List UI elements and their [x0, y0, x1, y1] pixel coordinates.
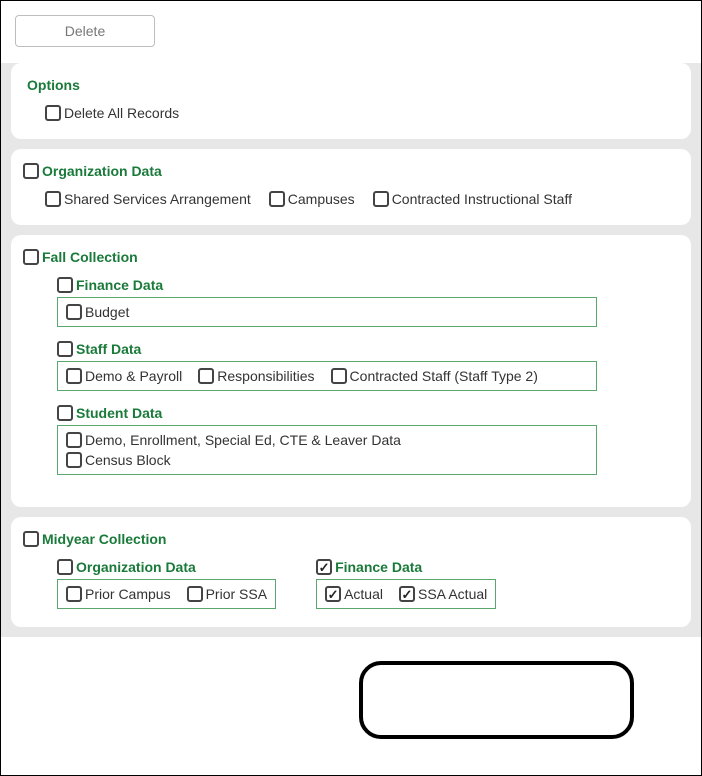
boxed-fall-staff: Demo & Payroll Responsibilities Contract…: [57, 361, 597, 391]
checkbox-census-block[interactable]: Census Block: [66, 452, 588, 468]
checkbox-actual[interactable]: Actual: [325, 586, 383, 602]
checkbox-fall-staff-data[interactable]: Staff Data: [57, 341, 141, 357]
panel-midyear-collection: Midyear Collection Organization Data: [11, 517, 691, 627]
checkbox-midyear-org-data[interactable]: Organization Data: [57, 559, 196, 575]
delete-button[interactable]: Delete: [15, 15, 155, 47]
group-fall-student: Student Data Demo, Enrollment, Special E…: [57, 405, 675, 475]
checkbox-responsibilities[interactable]: Responsibilities: [198, 368, 314, 384]
panel-organization-data: Organization Data Shared Services Arrang…: [11, 149, 691, 225]
boxed-fall-student: Demo, Enrollment, Special Ed, CTE & Leav…: [57, 425, 597, 475]
checkbox-icon: [57, 341, 73, 357]
checkbox-prior-ssa[interactable]: Prior SSA: [187, 586, 267, 602]
checkbox-shared-services[interactable]: Shared Services Arrangement: [45, 191, 251, 207]
panel-options: Options Delete All Records: [11, 63, 691, 139]
checkbox-icon: [23, 163, 39, 179]
checkbox-fall-finance-data[interactable]: Finance Data: [57, 277, 163, 293]
checkbox-icon: [45, 191, 61, 207]
checkbox-icon: [45, 105, 61, 121]
checkbox-ssa-actual[interactable]: SSA Actual: [399, 586, 487, 602]
checkbox-icon: [66, 452, 82, 468]
checkbox-fall-collection[interactable]: Fall Collection: [23, 249, 138, 265]
checkbox-delete-all-records[interactable]: Delete All Records: [45, 105, 179, 121]
checkbox-prior-campus[interactable]: Prior Campus: [66, 586, 171, 602]
checkbox-icon: [187, 586, 203, 602]
checkbox-icon: [23, 249, 39, 265]
group-fall-finance: Finance Data Budget: [57, 277, 675, 327]
checkbox-midyear-collection[interactable]: Midyear Collection: [23, 531, 166, 547]
checkbox-icon: [316, 559, 332, 575]
checkbox-demo-payroll[interactable]: Demo & Payroll: [66, 368, 182, 384]
checkbox-icon: [66, 432, 82, 448]
boxed-fall-finance: Budget: [57, 297, 597, 327]
checkbox-icon: [198, 368, 214, 384]
checkbox-icon: [373, 191, 389, 207]
checkbox-icon: [23, 531, 39, 547]
checkbox-campuses[interactable]: Campuses: [269, 191, 355, 207]
checkbox-icon: [57, 559, 73, 575]
options-title: Options: [27, 77, 675, 93]
checkbox-icon: [66, 586, 82, 602]
group-fall-staff: Staff Data Demo & Payroll Responsibiliti…: [57, 341, 675, 391]
checkbox-organization-data[interactable]: Organization Data: [23, 163, 162, 179]
checkbox-icon: [399, 586, 415, 602]
checkbox-icon: [57, 405, 73, 421]
boxed-midyear-finance: Actual SSA Actual: [316, 579, 496, 609]
checkbox-icon: [331, 368, 347, 384]
checkbox-midyear-finance-data[interactable]: Finance Data: [316, 559, 422, 575]
group-midyear-org: Organization Data Prior Campus Prior SSA: [57, 559, 276, 609]
checkbox-contracted-staff-type2[interactable]: Contracted Staff (Staff Type 2): [331, 368, 538, 384]
checkbox-icon: [57, 277, 73, 293]
boxed-midyear-org: Prior Campus Prior SSA: [57, 579, 276, 609]
checkbox-fall-student-data[interactable]: Student Data: [57, 405, 162, 421]
panel-fall-collection: Fall Collection Finance Data Budget: [11, 235, 691, 507]
checkbox-demo-enrollment[interactable]: Demo, Enrollment, Special Ed, CTE & Leav…: [66, 432, 588, 448]
checkbox-contracted-instructional-staff[interactable]: Contracted Instructional Staff: [373, 191, 572, 207]
highlight-callout: [359, 661, 634, 739]
checkbox-icon: [325, 586, 341, 602]
checkbox-icon: [269, 191, 285, 207]
checkbox-icon: [66, 304, 82, 320]
checkbox-icon: [66, 368, 82, 384]
checkbox-budget[interactable]: Budget: [66, 304, 129, 320]
group-midyear-finance: Finance Data Actual SSA Actual: [316, 559, 496, 609]
